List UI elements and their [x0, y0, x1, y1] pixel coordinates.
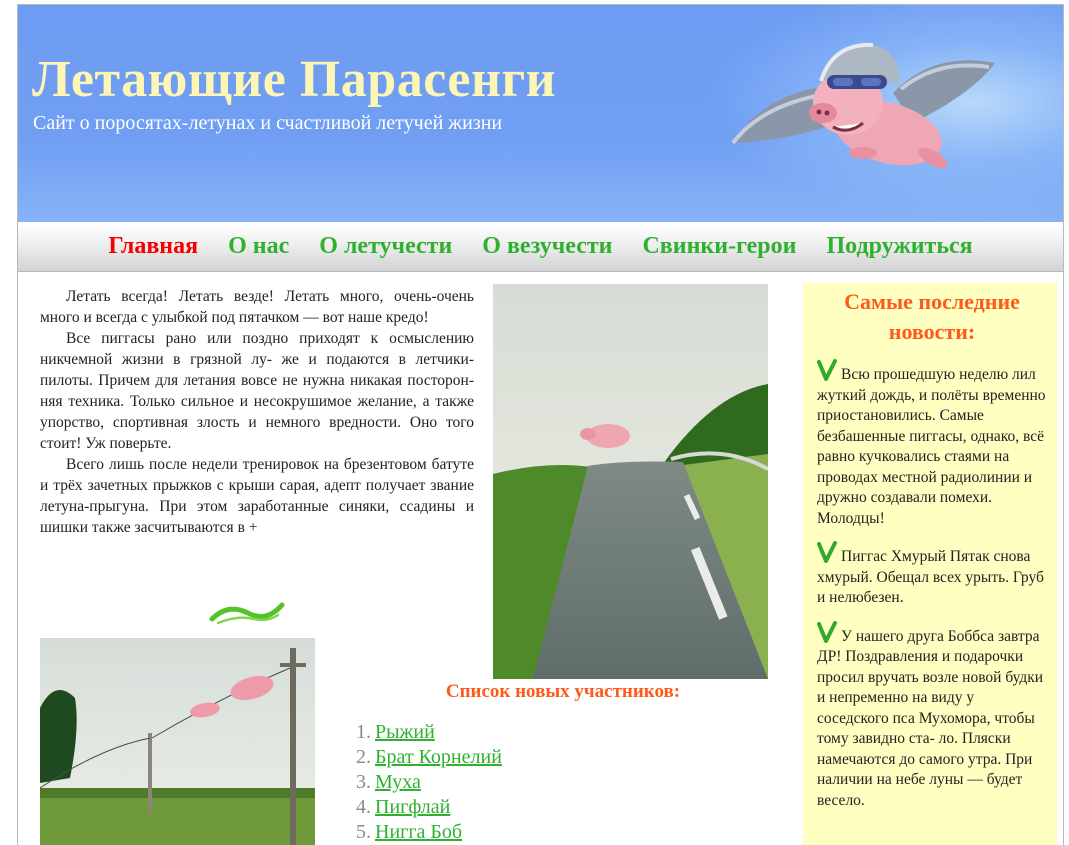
article-paragraph: Летать всегда! Летать везде! Летать мног… — [40, 288, 474, 326]
site-subtitle: Сайт о поросятах-летунах и счастливой ле… — [33, 112, 503, 134]
nav-luck[interactable]: О везучести — [482, 233, 612, 260]
latest-news-sidebar: Самые последние новости: Всю прошедшую н… — [803, 283, 1057, 845]
new-members-list: 1. Рыжий 2. Брат Корнелий 3. Муха 4. Пигфлай… — [348, 720, 778, 845]
nav-home[interactable]: Главная — [108, 233, 198, 260]
news-text: У нашего друга Боббса завтра ДР! Поздрав… — [817, 627, 1044, 809]
news-text: Всю прошедшую неделю лил жуткий дождь, и… — [817, 366, 1046, 527]
page-frame: Летающие Парасенги Сайт о поросятах-лету… — [17, 4, 1064, 845]
news-item: У нашего друга Боббса завтра ДР! Поздрав… — [817, 620, 1047, 812]
list-item: 2. Брат Корнелий — [356, 746, 502, 768]
member-link[interactable]: Муха — [375, 771, 421, 793]
swirl-ornament-icon — [209, 602, 285, 625]
site-title: Летающие Парасенги — [32, 51, 557, 108]
flying-pig-pilot-icon — [731, 42, 995, 169]
nav-befriend[interactable]: Подружиться — [826, 233, 972, 260]
green-check-icon — [817, 620, 837, 643]
news-text: Пиггас Хмурый Пятак снова хмурый. Обещал… — [817, 548, 1044, 606]
list-item: 1. Рыжий — [356, 721, 435, 743]
news-item: Пиггас Хмурый Пятак снова хмурый. Обещал… — [817, 541, 1047, 609]
intro-article: Летать всегда! Летать везде! Летать мног… — [40, 286, 474, 538]
member-link[interactable]: Нигга Боб — [375, 821, 462, 843]
news-item: Всю прошедшую неделю лил жуткий дождь, и… — [817, 359, 1047, 529]
green-check-icon — [817, 541, 837, 563]
pigs-on-power-lines-image — [40, 638, 315, 845]
member-link[interactable]: Рыжий — [375, 721, 435, 743]
article-paragraph: Все пиггасы рано или поздно приходят к о… — [40, 330, 474, 452]
new-members-section: Список новых участников: 1. Рыжий 2. Брат … — [348, 681, 778, 845]
member-link[interactable]: Пигфлай — [375, 796, 450, 818]
green-check-icon — [817, 359, 837, 381]
list-item: 4. Пигфлай — [356, 796, 451, 818]
site-header: Летающие Парасенги Сайт о поросятах-лету… — [18, 5, 1063, 222]
article-paragraph: Всего лишь после недели тренировок на бр… — [40, 456, 474, 536]
nav-flying[interactable]: О летучести — [319, 233, 452, 260]
news-title: Самые последние новости: — [844, 289, 1020, 344]
list-item: 5. Нигга Боб — [356, 821, 463, 843]
list-item: 3. Муха — [356, 771, 421, 793]
nav-hero-pigs[interactable]: Свинки-герои — [642, 233, 796, 260]
new-members-title: Список новых участников: — [445, 681, 681, 702]
flying-pig-over-road-image — [493, 284, 768, 679]
main-nav: Главная О нас О летучести О везучести Св… — [18, 222, 1063, 272]
member-link[interactable]: Брат Корнелий — [375, 746, 502, 768]
nav-about[interactable]: О нас — [228, 233, 289, 260]
